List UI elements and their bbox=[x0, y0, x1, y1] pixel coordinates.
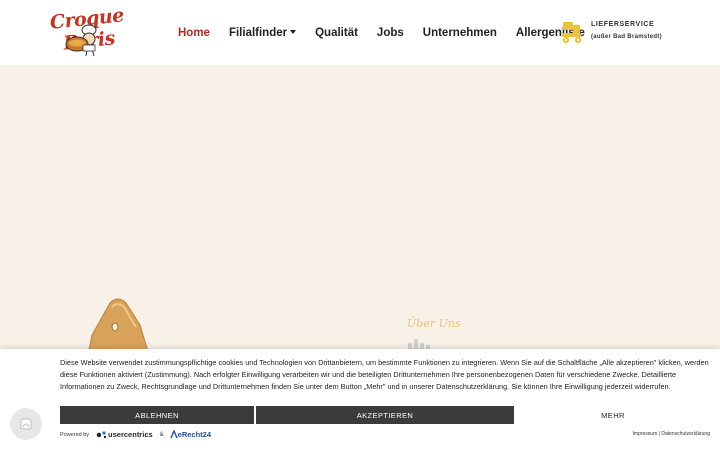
nav-filialfinder-label: Filialfinder bbox=[228, 26, 288, 39]
nav-home[interactable]: Home bbox=[178, 27, 210, 39]
datenschutz-link[interactable]: Datenschutzerklärung bbox=[661, 431, 710, 437]
delivery-subtitle: (außer Bad Bramstedt) bbox=[591, 34, 662, 40]
delivery-scooter-icon bbox=[562, 22, 582, 44]
decorative-dots-icon bbox=[408, 339, 430, 349]
usercentrics-logo[interactable]: usercentrics bbox=[96, 430, 153, 439]
caret-down-icon bbox=[290, 30, 297, 35]
site-header: Croque Paris Home Filialfinder Qualität … bbox=[0, 0, 720, 65]
nav-unternehmen-label: Unternehmen bbox=[422, 26, 497, 39]
cookie-consent-text: Diese Website verwendet zustimmungspflic… bbox=[60, 358, 709, 391]
nav-filialfinder[interactable]: Filialfinder bbox=[228, 26, 297, 39]
main-nav: Home Filialfinder Qualität Jobs Unterneh… bbox=[178, 0, 604, 65]
legal-separator: | bbox=[658, 431, 660, 437]
nav-qualitaet-label: Qualität bbox=[315, 26, 358, 39]
nav-qualitaet[interactable]: Qualität bbox=[315, 27, 358, 39]
usercentrics-dots-icon bbox=[96, 431, 107, 439]
nav-jobs[interactable]: Jobs bbox=[377, 27, 404, 39]
cookie-consent-banner: Diese Website verwendet zustimmungspflic… bbox=[0, 349, 720, 450]
nav-unternehmen[interactable]: Unternehmen bbox=[423, 27, 497, 39]
nav-jobs-label: Jobs bbox=[376, 26, 404, 39]
chef-mascot-icon bbox=[65, 24, 97, 57]
usercentrics-name: usercentrics bbox=[108, 430, 153, 439]
more-button[interactable]: MEHR bbox=[514, 406, 712, 424]
impressum-link[interactable]: Impressum bbox=[633, 431, 658, 437]
powered-by-label: Powered by bbox=[60, 431, 90, 438]
croque-paris-logo[interactable]: Croque Paris bbox=[40, 4, 136, 58]
erecht24-name: eRecht24 bbox=[177, 430, 212, 439]
nav-home-label: Home bbox=[178, 26, 210, 39]
delivery-title: LIEFERSERVICE bbox=[591, 21, 655, 28]
accept-button[interactable]: AKZEPTIEREN bbox=[256, 406, 514, 424]
erecht24-logo[interactable]: eRecht24 bbox=[170, 430, 211, 439]
privacy-settings-button[interactable] bbox=[10, 408, 42, 440]
delivery-service-link[interactable]: LIEFERSERVICE (außer Bad Bramstedt) bbox=[560, 19, 710, 47]
legal-links: Impressum | Datenschutzerklärung bbox=[633, 431, 710, 437]
powered-by: Powered by usercentrics & eRecht24 bbox=[60, 430, 211, 439]
about-us-heading: Über Uns bbox=[407, 317, 461, 330]
erecht24-mark-icon bbox=[170, 430, 178, 439]
amp-separator: & bbox=[159, 431, 164, 438]
deny-button[interactable]: ABLEHNEN bbox=[60, 406, 254, 424]
fingerprint-icon bbox=[20, 418, 32, 430]
